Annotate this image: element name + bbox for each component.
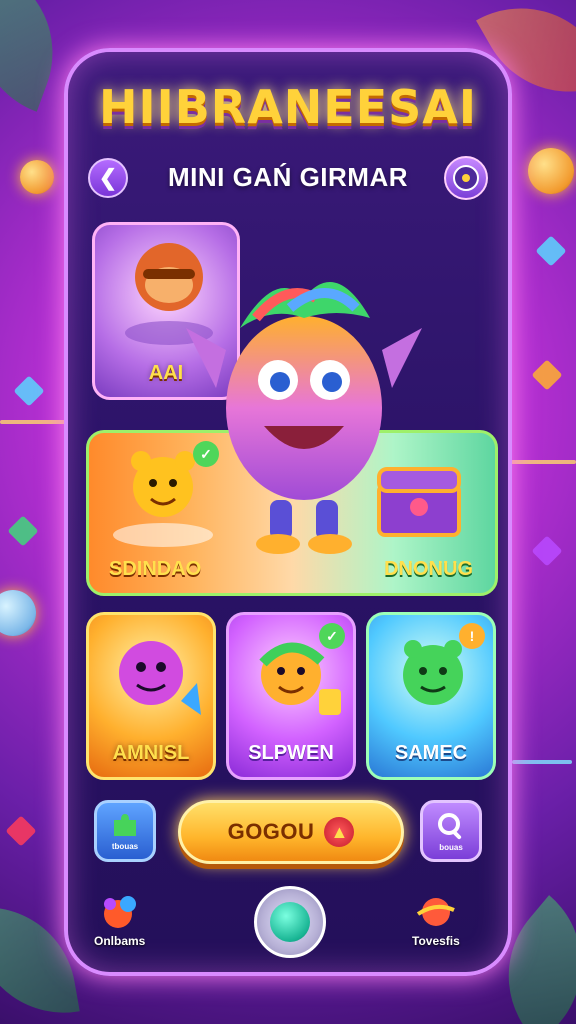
background-coin — [528, 148, 574, 194]
game-card-label: SLPWEN — [248, 742, 334, 764]
background-gem — [535, 235, 567, 267]
background-gem — [531, 535, 563, 567]
background-ray — [512, 760, 572, 764]
background-gem — [7, 515, 39, 547]
game-card-label: AMNISL — [112, 742, 190, 764]
game-card-row-1[interactable]: AMNISL — [86, 612, 216, 780]
game-card-row-2[interactable]: ✓ SLPWEN — [226, 612, 356, 780]
go-button-label: GOGOU — [227, 819, 315, 844]
background-coin — [0, 590, 36, 636]
search-icon — [438, 812, 462, 839]
corner-left-label: Onlbams — [94, 934, 146, 948]
planet-icon — [416, 898, 455, 926]
home-button[interactable] — [254, 886, 326, 958]
game-card-label: SAMEC — [394, 742, 468, 764]
game-card-label-right: DNONUG — [384, 558, 473, 580]
purple-creature-icon — [119, 641, 201, 715]
background-ray — [0, 420, 70, 424]
back-button[interactable]: ❮ — [88, 158, 128, 198]
background-gem — [13, 375, 45, 407]
home-orb-icon — [270, 902, 310, 942]
disc-icon — [453, 165, 479, 191]
corner-right-shortcut[interactable]: Tovesfis — [412, 894, 460, 948]
left-button-label: tbouas — [111, 841, 139, 851]
corner-left-shortcut[interactable]: Onlbams — [94, 894, 145, 948]
background-ray — [510, 460, 576, 464]
new-badge: ! — [459, 623, 485, 649]
background-gem — [531, 359, 563, 391]
game-title: HIIBRANEESAI — [98, 80, 477, 134]
mascot-character — [186, 282, 422, 554]
left-menu-button[interactable]: tbouas — [94, 800, 156, 862]
new-badge: ✓ — [319, 623, 345, 649]
game-card-label-left: SDINDAO — [109, 558, 202, 580]
game-card-row-3[interactable]: ! SAMEC — [366, 612, 496, 780]
corner-right-label: Tovesfis — [412, 934, 460, 948]
game-menu-panel: HIIBRANEESAI ❮ MINI GAŃ GIRMAR AAI ✓ SDI… — [64, 48, 512, 976]
go-button[interactable]: GOGOU ▲ — [178, 800, 404, 864]
puzzle-icon — [114, 813, 136, 836]
play-arrow-icon: ▲ — [324, 817, 355, 847]
disc-button[interactable] — [444, 156, 488, 200]
gamepad-icon — [103, 896, 136, 928]
page-subtitle: MINI GAŃ GIRMAR — [167, 162, 409, 192]
background-coin — [20, 160, 54, 194]
right-button-label: bouas — [439, 842, 463, 852]
right-menu-button[interactable]: bouas — [420, 800, 482, 862]
chevron-left-icon: ❮ — [98, 165, 118, 190]
background-gem — [5, 815, 37, 847]
